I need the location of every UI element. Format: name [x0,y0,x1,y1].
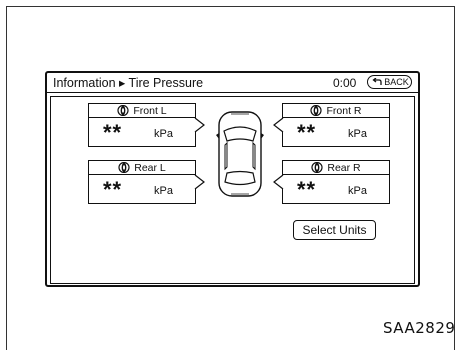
tire-box-rear-right: Rear R ** kPa [282,160,390,204]
tire-value-front-right: ** [297,120,317,145]
tire-value-rear-right: ** [297,177,317,202]
tire-box-front-left: Front L ** kPa [88,103,196,147]
tire-label-front-right: Front R [326,104,362,117]
car-top-view-icon [216,111,264,197]
tire-icon [117,105,129,116]
tire-unit-rear-right: kPa [348,185,367,197]
tire-unit-rear-left: kPa [154,185,173,197]
tire-label-front-left: Front L [133,104,167,117]
pointer-rear-left [194,174,205,190]
breadcrumb-title: Information ▸ Tire Pressure [53,76,204,90]
back-button[interactable]: BACK [367,75,412,89]
tire-box-front-right: Front R ** kPa [282,103,390,147]
back-arrow-icon [372,78,382,85]
select-units-button[interactable]: Select Units [293,220,376,240]
tire-value-rear-left: ** [103,177,123,202]
figure-code: SAA2829 [383,319,456,337]
pointer-rear-right [273,174,284,190]
pointer-front-left [194,117,205,133]
back-button-label: BACK [384,77,409,87]
tire-unit-front-left: kPa [154,128,173,140]
tire-box-rear-left: Rear L ** kPa [88,160,196,204]
tire-icon [118,162,130,173]
tire-pressure-screen: Information ▸ Tire Pressure 0:00 BACK Fr… [45,71,420,287]
tire-panel: Front L ** kPa Front R ** kPa Rear L ** … [50,96,415,284]
clock: 0:00 [333,76,357,90]
header-bar: Information ▸ Tire Pressure 0:00 BACK [47,73,418,93]
tire-icon [311,162,323,173]
tire-icon [310,105,323,116]
tire-label-rear-right: Rear R [327,161,361,174]
tire-unit-front-right: kPa [348,128,367,140]
tire-label-rear-left: Rear L [134,161,166,174]
tire-value-front-left: ** [103,120,123,145]
pointer-front-right [273,117,284,133]
